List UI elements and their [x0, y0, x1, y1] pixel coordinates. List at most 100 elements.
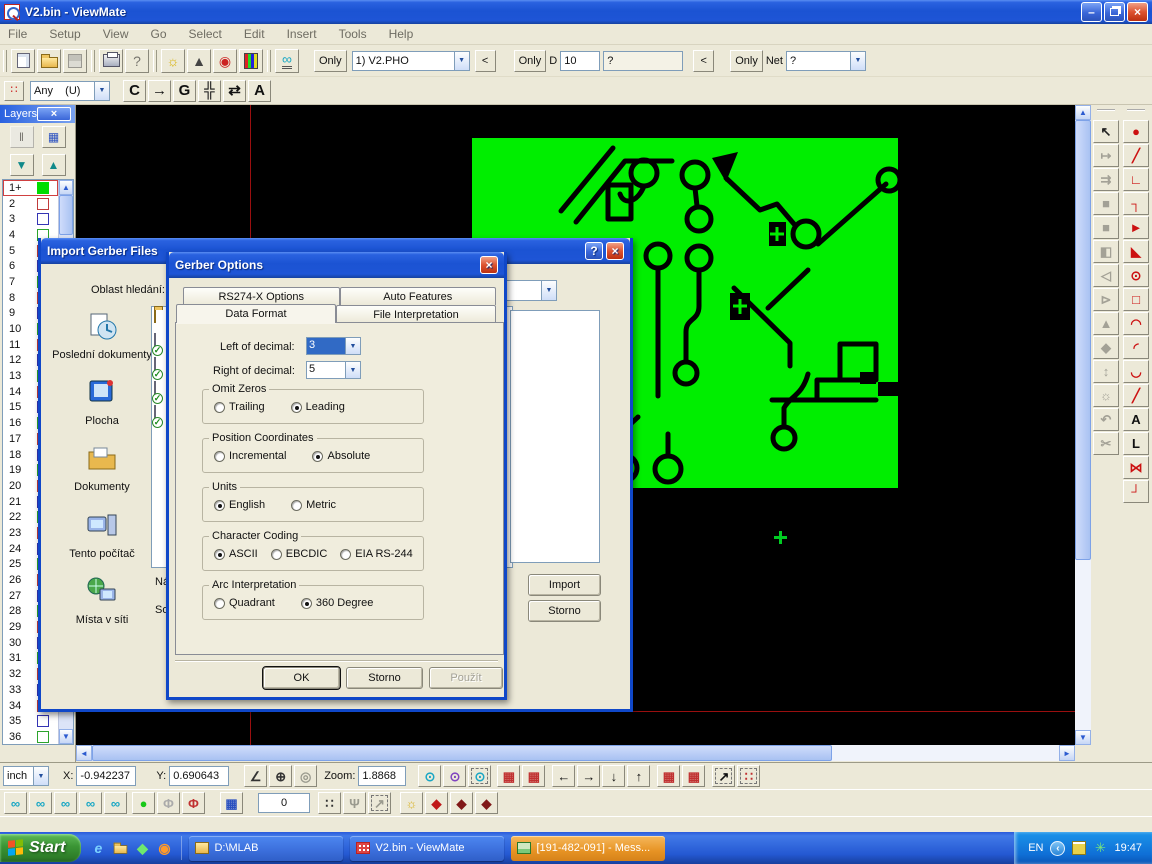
radio-ebcdic[interactable]: EBCDIC: [271, 548, 328, 560]
radio-ascii[interactable]: ASCII: [214, 548, 258, 560]
dcode-text-button[interactable]: A: [248, 80, 271, 102]
unit-combo[interactable]: inch ▼: [3, 766, 49, 786]
internet-explorer-icon[interactable]: e: [89, 839, 107, 857]
dcode-ring-button[interactable]: ◉: [213, 49, 237, 73]
storno-button[interactable]: Storno: [528, 600, 601, 622]
clock[interactable]: 19:47: [1114, 842, 1142, 854]
dcode-type-combo[interactable]: Any (U) ▼: [30, 81, 110, 101]
firefox-icon[interactable]: ◉: [155, 839, 173, 857]
layer-row[interactable]: 35: [3, 713, 58, 729]
place-desktop[interactable]: Plocha: [49, 376, 155, 428]
layer-row[interactable]: 2: [3, 196, 58, 212]
scroll-left-icon[interactable]: ◄: [76, 745, 92, 761]
text-tool[interactable]: A: [1123, 408, 1149, 431]
radio-incremental[interactable]: Incremental: [214, 450, 286, 462]
menu-item-tools[interactable]: Tools: [339, 27, 367, 41]
dialog-help-icon[interactable]: ?: [585, 242, 603, 260]
gerber-dialog-titlebar[interactable]: Gerber Options ×: [169, 252, 504, 278]
dcode-swap-button[interactable]: ⇄: [223, 80, 246, 102]
measure-view-button[interactable]: ∞: [275, 49, 299, 73]
ok-button[interactable]: OK: [263, 667, 340, 689]
prev-dcode-button[interactable]: <: [693, 50, 714, 72]
highlight-toggle-button[interactable]: ●: [132, 792, 155, 814]
move-layer-up-button[interactable]: ▲: [42, 154, 66, 176]
view-pads-button[interactable]: ∞: [54, 792, 77, 814]
menu-item-help[interactable]: Help: [389, 27, 414, 41]
vector-tool[interactable]: ►: [1123, 216, 1149, 239]
flash-tool[interactable]: ■: [1093, 216, 1119, 239]
notes-tray-icon[interactable]: [1072, 841, 1086, 855]
dot-grid-button[interactable]: ∷: [318, 792, 341, 814]
pad-tool[interactable]: ■: [1093, 192, 1119, 215]
layer-row[interactable]: 3: [3, 211, 58, 227]
layers-close-icon[interactable]: ×: [37, 107, 71, 121]
menu-item-go[interactable]: Go: [151, 27, 167, 41]
context-help-button[interactable]: ?: [125, 49, 149, 73]
sketch-tool[interactable]: ╱: [1123, 384, 1149, 407]
print-button[interactable]: [99, 49, 123, 73]
menu-item-file[interactable]: File: [8, 27, 27, 41]
radio-quadrant[interactable]: Quadrant: [214, 597, 275, 609]
copy-dcode-tool[interactable]: ⇉: [1093, 168, 1119, 191]
curve-tool[interactable]: ◜: [1123, 336, 1149, 359]
menu-item-view[interactable]: View: [103, 27, 129, 41]
elbow-tool[interactable]: ┘: [1123, 480, 1149, 503]
radio-english[interactable]: English: [214, 499, 265, 511]
task-message[interactable]: [191-482-091] - Mess...: [511, 836, 665, 861]
label-tool[interactable]: L: [1123, 432, 1149, 455]
chevron-down-icon[interactable]: ▼: [345, 362, 360, 378]
layer-row[interactable]: 36: [3, 729, 58, 745]
layer-row[interactable]: 1+: [3, 180, 58, 196]
place-recent-documents[interactable]: Poslední dokumenty: [49, 310, 155, 362]
arc-tool[interactable]: ◠: [1123, 312, 1149, 335]
pan-up-button[interactable]: ↑: [627, 765, 650, 787]
rectangle-tool[interactable]: □: [1123, 288, 1149, 311]
corner-tool[interactable]: ┐: [1123, 192, 1149, 215]
view-dcodes-button[interactable]: ∞: [4, 792, 27, 814]
chevron-down-icon[interactable]: ▼: [94, 82, 109, 100]
pad-mode-button[interactable]: ◆: [425, 792, 448, 814]
dcode-c-button[interactable]: C: [123, 80, 146, 102]
place-my-computer[interactable]: Tento počítač: [49, 509, 155, 561]
dcode-g-button[interactable]: G: [173, 80, 196, 102]
tab-auto-features[interactable]: Auto Features: [340, 287, 497, 305]
layer-colors-button[interactable]: [239, 49, 263, 73]
prev-layer-button[interactable]: <: [475, 50, 496, 72]
dcode-flash-button[interactable]: ╬: [198, 80, 221, 102]
layer-select-combo[interactable]: 1) V2.PHO ▼: [352, 51, 470, 71]
origin-target-button[interactable]: ⊕: [269, 765, 292, 787]
chevron-down-icon[interactable]: ▼: [345, 338, 360, 354]
grid-page-button[interactable]: ▦: [497, 765, 520, 787]
start-button[interactable]: Start: [0, 834, 81, 862]
angle-measure-button[interactable]: ∠: [244, 765, 267, 787]
line-tool[interactable]: ╱: [1123, 144, 1149, 167]
apply-button[interactable]: Použít: [429, 667, 503, 689]
menu-item-select[interactable]: Select: [189, 27, 222, 41]
move-layer-down-button[interactable]: ▼: [10, 154, 34, 176]
dialog-close-icon[interactable]: ×: [606, 242, 624, 260]
zoom-in-button[interactable]: ⊙: [418, 765, 441, 787]
counter-field[interactable]: 0: [258, 793, 310, 813]
anchor-button[interactable]: Ψ: [343, 792, 366, 814]
task-dmlab[interactable]: D:\MLAB: [189, 836, 343, 861]
layer-swatch[interactable]: [37, 182, 49, 194]
dcode-goto-button[interactable]: →: [148, 80, 171, 102]
quad-view-button[interactable]: ▦: [220, 792, 243, 814]
select-box-button[interactable]: ∷: [737, 765, 760, 787]
radio-360-degree[interactable]: 360 Degree: [301, 597, 374, 609]
icq-flower-icon[interactable]: ✳: [1093, 841, 1107, 855]
dialog-close-icon[interactable]: ×: [480, 256, 498, 274]
radio-eia-rs-244[interactable]: EIA RS-244: [340, 548, 412, 560]
trace-mode-button[interactable]: ◆: [450, 792, 473, 814]
mirror-tool[interactable]: ◧: [1093, 240, 1119, 263]
menu-item-edit[interactable]: Edit: [244, 27, 265, 41]
grid-toggle-button[interactable]: ▦: [522, 765, 545, 787]
only-dcode-button[interactable]: Only: [514, 50, 547, 72]
x-coordinate-field[interactable]: -0.942237: [76, 766, 136, 786]
layer-film-button[interactable]: ▦: [42, 126, 66, 148]
chevron-down-icon[interactable]: ▼: [541, 281, 556, 300]
scroll-down-icon[interactable]: ▼: [1075, 730, 1091, 745]
restore-button[interactable]: [1104, 2, 1125, 22]
chevron-down-icon[interactable]: ▼: [33, 767, 48, 785]
vertical-scroll-track[interactable]: [1075, 560, 1091, 730]
